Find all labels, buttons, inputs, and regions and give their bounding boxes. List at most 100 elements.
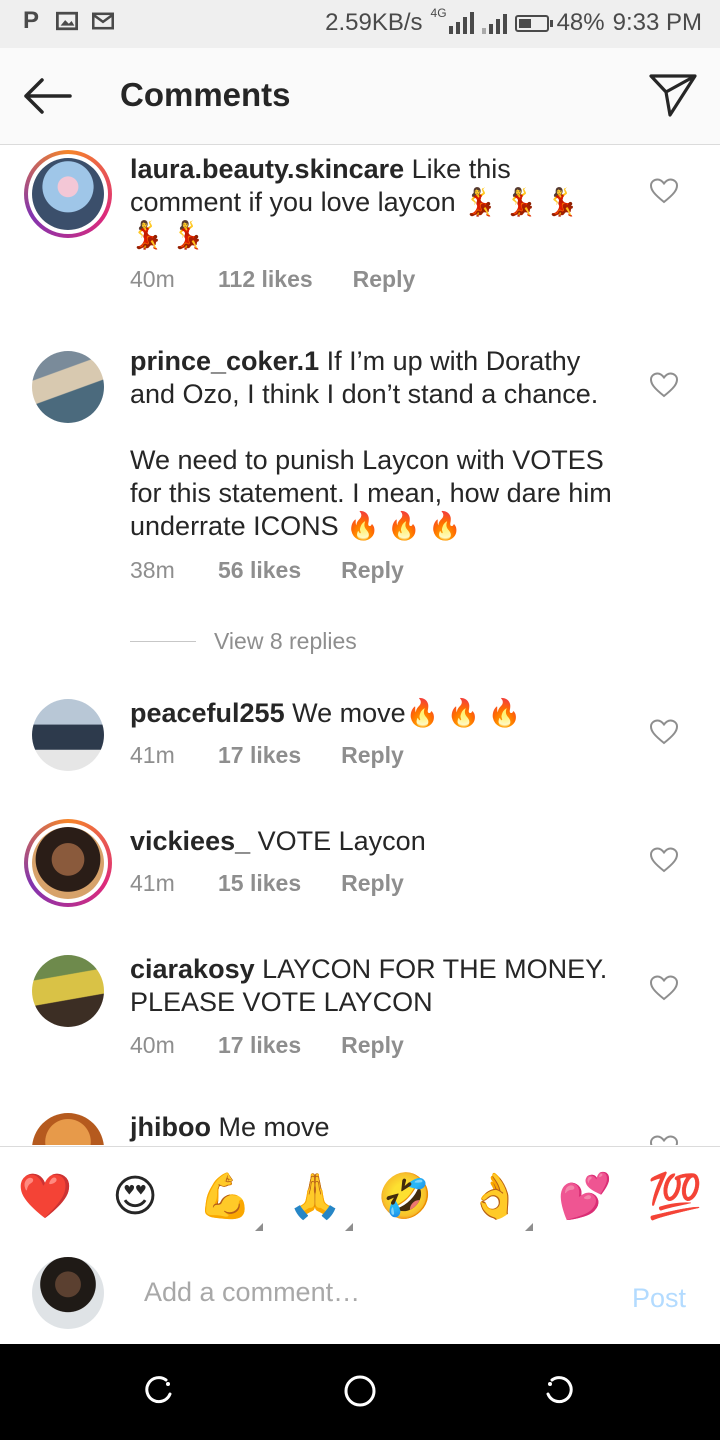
share-button[interactable] — [648, 72, 698, 118]
heart-icon — [649, 719, 679, 745]
comment-likes[interactable]: 112 likes — [218, 266, 313, 293]
comment-text: jhiboo Me move — [130, 1111, 620, 1144]
reply-button[interactable]: Reply — [341, 870, 404, 897]
emoji-two-hearts-button[interactable]: 💕 — [555, 1169, 615, 1225]
comment-username[interactable]: vickiees_ — [130, 826, 250, 856]
recent-apps-button[interactable] — [144, 1374, 176, 1411]
comment-meta: 38m 56 likes Reply — [130, 557, 404, 584]
avatar[interactable] — [32, 1113, 104, 1145]
comment-meta: 40m 112 likes Reply — [130, 266, 415, 293]
emoji-heart-eyes-button[interactable]: 😍 — [105, 1169, 165, 1225]
app-header: Comments — [0, 48, 720, 145]
comment-username[interactable]: laura.beauty.skincare — [130, 154, 404, 184]
comment-body: Me move — [218, 1112, 330, 1142]
comment-username[interactable]: ciarakosy — [130, 954, 255, 984]
comment-username[interactable]: prince_coker.1 — [130, 346, 319, 376]
view-replies-label: View 8 replies — [214, 628, 357, 654]
comment-meta: 40m 17 likes Reply — [130, 1032, 404, 1059]
comment-time: 40m — [130, 266, 175, 292]
net-speed: 2.59KB/s — [325, 9, 423, 36]
emoji-glyph: 💪 — [197, 1172, 253, 1221]
reply-button[interactable]: Reply — [341, 1032, 404, 1059]
status-right: 2.59KB/s 4G 48% 9:33 PM — [325, 6, 702, 37]
quick-emoji-bar: ❤️ 😍 💪 🙏 🤣 👌 💕 💯 — [0, 1146, 720, 1246]
clock: 9:33 PM — [612, 9, 702, 36]
emoji-ok-hand-button[interactable]: 👌 — [465, 1169, 533, 1231]
send-icon — [649, 74, 697, 117]
comment-composer: Post — [0, 1245, 720, 1343]
comment-body: We move🔥 🔥 🔥 — [292, 698, 522, 728]
comment-likes[interactable]: 17 likes — [218, 1032, 301, 1059]
gmail-icon — [92, 10, 114, 32]
emoji-flexed-biceps-button[interactable]: 💪 — [195, 1169, 263, 1231]
comment-text: vickiees_ VOTE Laycon — [130, 825, 620, 858]
comment-likes[interactable]: 56 likes — [218, 557, 301, 584]
signal-4g-icon — [448, 12, 474, 34]
home-button[interactable] — [343, 1374, 377, 1413]
home-icon — [344, 1375, 376, 1407]
arrow-left-icon — [24, 78, 72, 114]
network-type: 4G — [430, 6, 447, 20]
comment-body: VOTE Laycon — [257, 826, 426, 856]
skin-tone-indicator — [345, 1223, 353, 1231]
view-replies-button[interactable]: View 8 replies — [130, 628, 357, 655]
comment-text: peaceful255 We move🔥 🔥 🔥 — [130, 697, 620, 730]
comment-time: 41m — [130, 742, 175, 768]
reply-button[interactable]: Reply — [341, 557, 404, 584]
like-button[interactable] — [649, 372, 679, 398]
comment-text: laura.beauty.skincare Like this comment … — [130, 153, 620, 252]
battery-percent: 48% — [556, 9, 605, 36]
system-nav-bar — [0, 1344, 720, 1440]
like-button[interactable] — [649, 975, 679, 1001]
avatar[interactable] — [32, 699, 104, 771]
comments-list[interactable]: laura.beauty.skincare Like this comment … — [0, 145, 720, 1145]
skin-tone-indicator — [255, 1223, 263, 1231]
battery-icon — [514, 14, 553, 32]
recent-apps-icon — [145, 1376, 172, 1404]
comment-username[interactable]: jhiboo — [130, 1112, 211, 1142]
avatar[interactable] — [24, 150, 112, 238]
comment-input[interactable] — [144, 1277, 584, 1308]
p-icon: P — [22, 7, 39, 34]
emoji-folded-hands-button[interactable]: 🙏 — [285, 1169, 353, 1231]
reply-button[interactable]: Reply — [353, 266, 416, 293]
comment-username[interactable]: peaceful255 — [130, 698, 285, 728]
status-bar: P 2.59KB/s 4G 48% 9:33 PM — [0, 0, 720, 48]
comment-meta: 41m 15 likes Reply — [130, 870, 404, 897]
avatar[interactable] — [24, 819, 112, 907]
emoji-heart-button[interactable]: ❤️ — [15, 1169, 75, 1225]
emoji-rofl-button[interactable]: 🤣 — [375, 1169, 435, 1225]
comment-text: prince_coker.1 If I’m up with Dorathy an… — [130, 345, 620, 543]
back-button[interactable] — [20, 76, 74, 116]
comment-time: 38m — [130, 557, 175, 583]
avatar[interactable] — [32, 351, 104, 423]
heart-icon — [649, 178, 679, 204]
my-avatar — [32, 1257, 104, 1329]
comment-text: ciarakosy LAYCON FOR THE MONEY. PLEASE V… — [130, 953, 620, 1019]
emoji-glyph: 👌 — [467, 1172, 523, 1221]
emoji-hundred-button[interactable]: 💯 — [645, 1169, 705, 1225]
avatar[interactable] — [32, 955, 104, 1027]
reply-button[interactable]: Reply — [341, 742, 404, 769]
status-left-icons: P — [20, 7, 114, 34]
comment-likes[interactable]: 15 likes — [218, 870, 301, 897]
like-button[interactable] — [649, 1135, 679, 1145]
heart-icon — [649, 847, 679, 873]
heart-icon — [649, 975, 679, 1001]
like-button[interactable] — [649, 719, 679, 745]
emoji-glyph: 🙏 — [287, 1172, 343, 1221]
signal-icon — [481, 12, 507, 34]
system-back-button[interactable] — [542, 1374, 574, 1411]
post-button[interactable]: Post — [632, 1283, 686, 1314]
image-icon — [56, 10, 78, 32]
page-title: Comments — [120, 76, 291, 113]
heart-icon — [649, 372, 679, 398]
comment-time: 41m — [130, 870, 175, 896]
like-button[interactable] — [649, 847, 679, 873]
comment-meta: 41m 17 likes Reply — [130, 742, 404, 769]
like-button[interactable] — [649, 178, 679, 204]
replies-divider — [130, 641, 196, 642]
comment-likes[interactable]: 17 likes — [218, 742, 301, 769]
comment-time: 40m — [130, 1032, 175, 1058]
skin-tone-indicator — [525, 1223, 533, 1231]
